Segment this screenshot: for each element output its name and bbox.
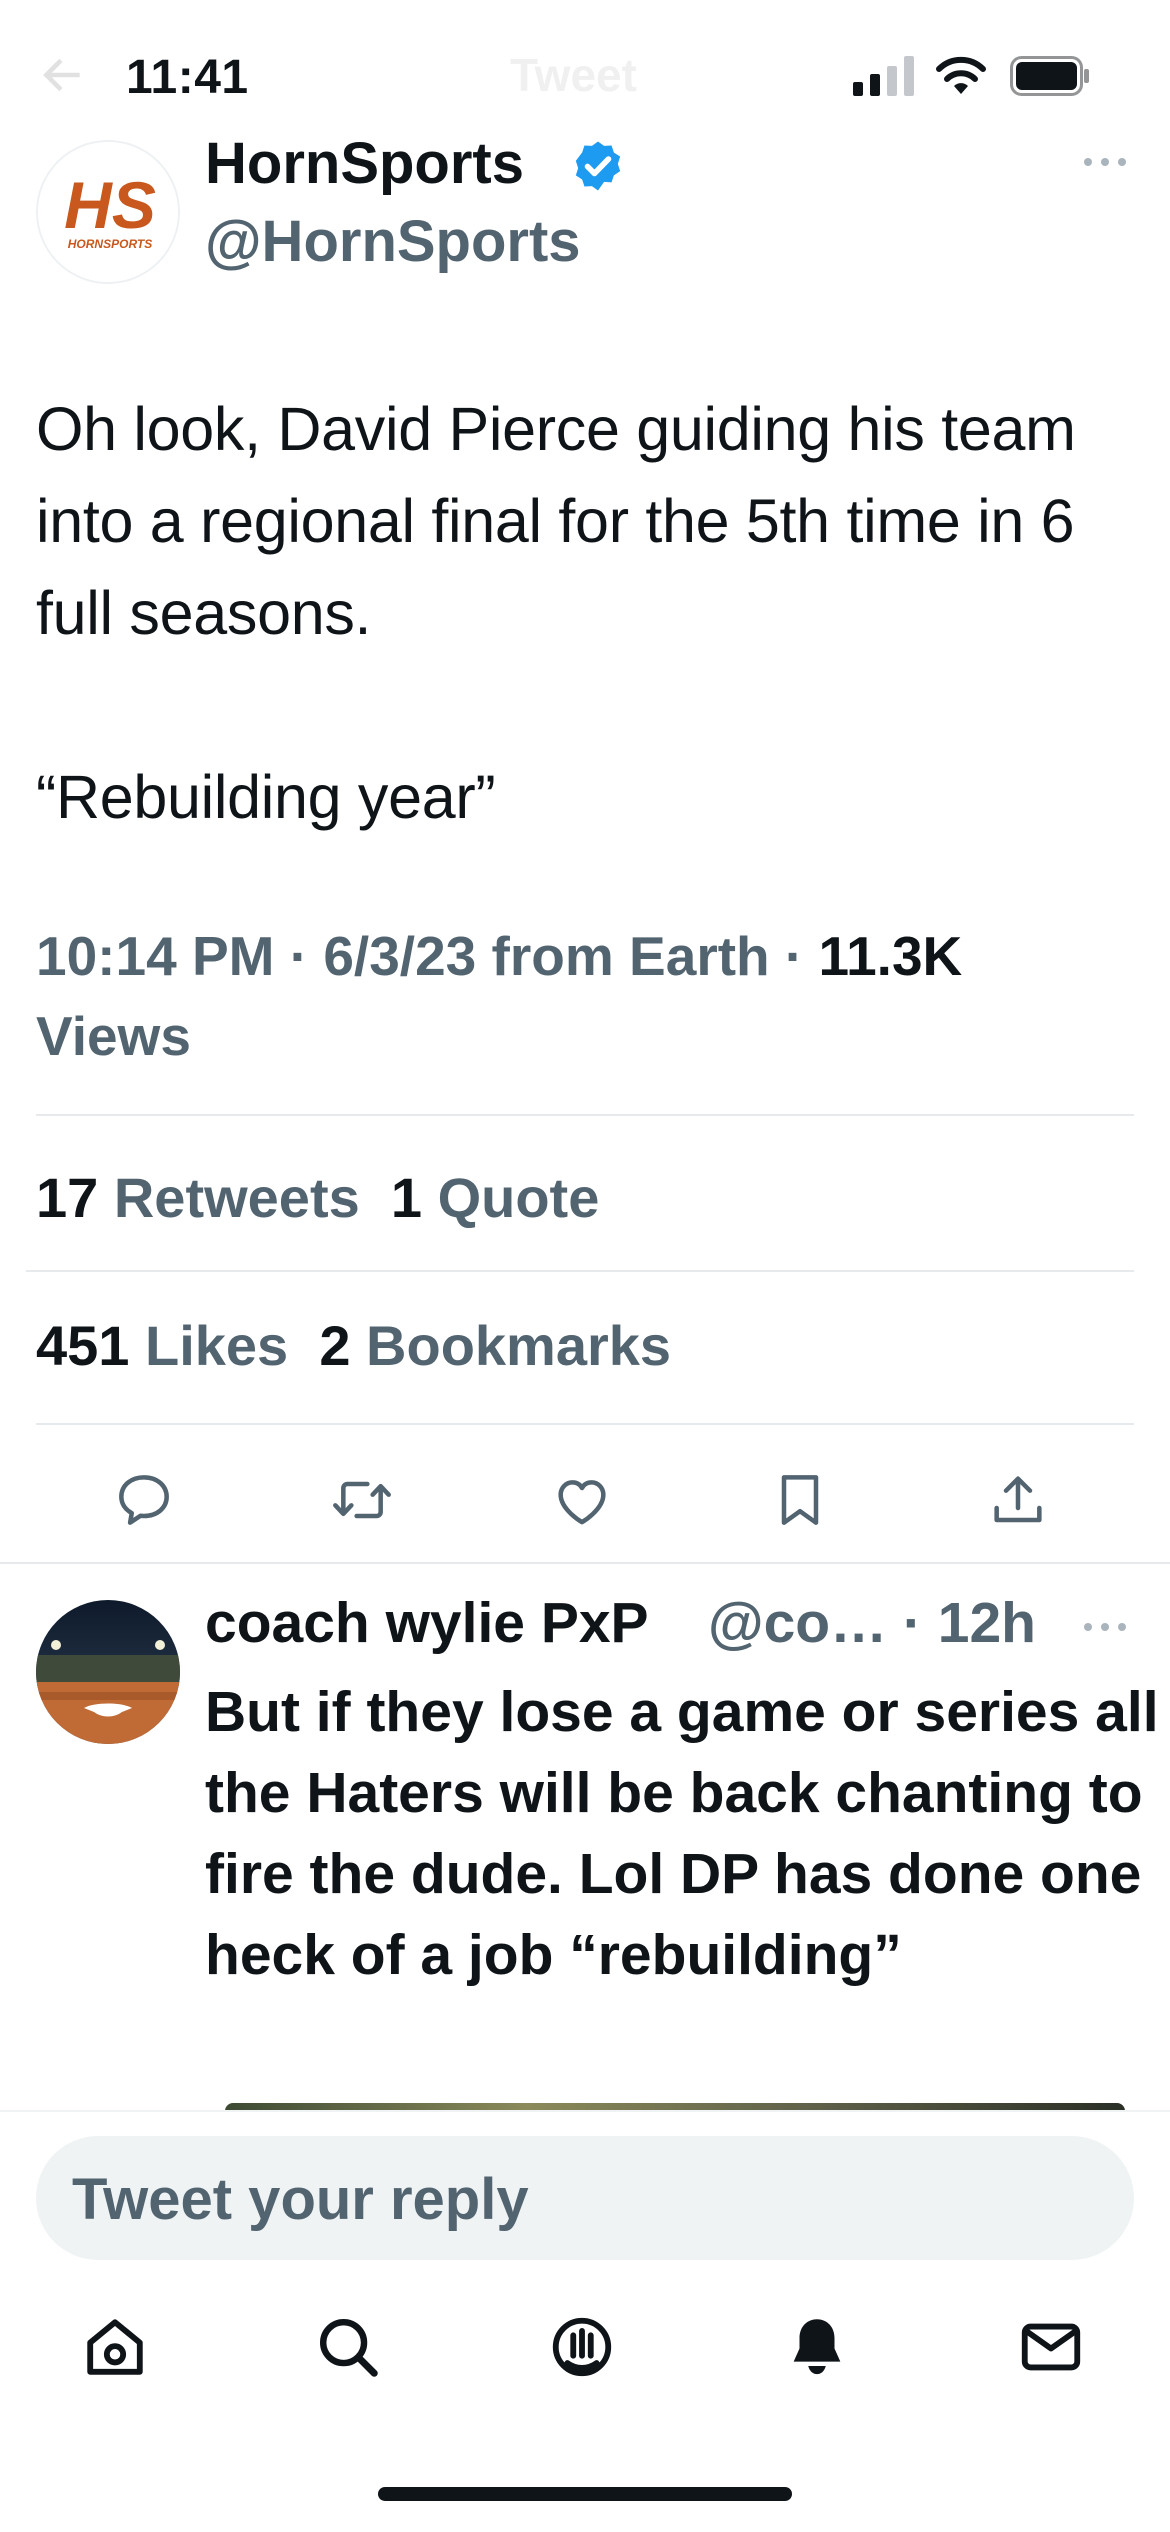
bookmarks-link[interactable]: 2 Bookmarks — [319, 1314, 671, 1377]
like-icon[interactable] — [550, 1468, 614, 1532]
retweets-link[interactable]: 17 Retweets — [36, 1166, 360, 1229]
more-options-icon[interactable] — [1082, 150, 1128, 174]
reply-author-name[interactable]: coach wylie PxP — [205, 1590, 649, 1656]
quotes-count: 1 — [390, 1166, 423, 1229]
retweet-icon[interactable] — [330, 1468, 394, 1532]
tweet-source: from Earth — [491, 925, 770, 987]
tweet-text: Oh look, David Pierce guiding his team i… — [36, 395, 1076, 831]
author-handle[interactable]: @HornSports — [205, 208, 581, 275]
bookmarks-count: 2 — [319, 1314, 351, 1377]
svg-text:HORNSPORTS: HORNSPORTS — [68, 237, 152, 251]
bookmark-icon[interactable] — [768, 1468, 832, 1532]
tweet-date: 6/3/23 — [323, 925, 477, 987]
retweets-count: 17 — [36, 1166, 99, 1229]
quotes-link[interactable]: 1 Quote — [391, 1166, 599, 1229]
messages-icon[interactable] — [1016, 2312, 1086, 2382]
retweets-label: Retweets — [113, 1166, 360, 1229]
likes-count: 451 — [36, 1314, 130, 1377]
nav-title: Tweet — [510, 49, 637, 101]
views-count[interactable]: 11.3K — [819, 925, 963, 987]
hornsports-logo: HS HORNSPORTS — [38, 142, 178, 282]
reply-text: But if they lose a game or series all th… — [205, 1680, 1159, 1987]
home-indicator[interactable] — [378, 2487, 792, 2501]
stadium-photo — [36, 1600, 180, 1744]
divider — [36, 1114, 1134, 1116]
retweets-quotes-row: 17 Retweets 1 Quote — [36, 1165, 599, 1230]
tweet-time: 10:14 PM — [36, 925, 275, 987]
status-time: 11:41 — [126, 51, 249, 104]
home-icon[interactable] — [80, 2312, 150, 2382]
wifi-icon — [936, 56, 986, 94]
bottom-panel: Tweet your reply — [0, 2110, 1170, 2532]
battery-icon — [1010, 56, 1089, 96]
reply-input[interactable]: Tweet your reply — [36, 2136, 1134, 2260]
likes-bookmarks-row: 451 Likes 2 Bookmarks — [36, 1313, 671, 1378]
likes-link[interactable]: 451 Likes — [36, 1314, 288, 1377]
tab-bar — [0, 2312, 1170, 2422]
back-arrow-icon[interactable] — [38, 50, 88, 100]
divider — [36, 1423, 1134, 1425]
reply-icon[interactable] — [112, 1468, 176, 1532]
bookmarks-label: Bookmarks — [366, 1314, 672, 1377]
notifications-icon[interactable] — [782, 2312, 852, 2382]
reply-author-avatar[interactable] — [36, 1600, 180, 1744]
author-display-name[interactable]: HornSports — [205, 130, 524, 197]
reply-placeholder: Tweet your reply — [72, 2167, 529, 2232]
tweet-meta: 10:14 PM · 6/3/23 from Earth · 11.3K View… — [36, 925, 963, 1067]
likes-label: Likes — [145, 1314, 289, 1377]
svg-text:HS: HS — [64, 168, 156, 242]
views-label[interactable]: Views — [36, 1005, 191, 1067]
tweet-actions-bar — [0, 1460, 1170, 1540]
divider — [26, 1270, 1134, 1272]
verified-badge-icon[interactable] — [570, 138, 626, 194]
quotes-label: Quote — [437, 1166, 600, 1229]
cellular-signal-icon — [853, 56, 914, 96]
reply-handle-time[interactable]: @co… · 12h — [708, 1590, 1036, 1656]
share-icon[interactable] — [986, 1468, 1050, 1532]
author-avatar[interactable]: HS HORNSPORTS — [36, 140, 180, 284]
reply-more-options-icon[interactable] — [1082, 1615, 1128, 1639]
spaces-icon[interactable] — [547, 2312, 617, 2382]
status-bar: Tweet 11:41 — [0, 0, 1170, 150]
search-icon[interactable] — [313, 2312, 383, 2382]
divider — [0, 1562, 1170, 1564]
